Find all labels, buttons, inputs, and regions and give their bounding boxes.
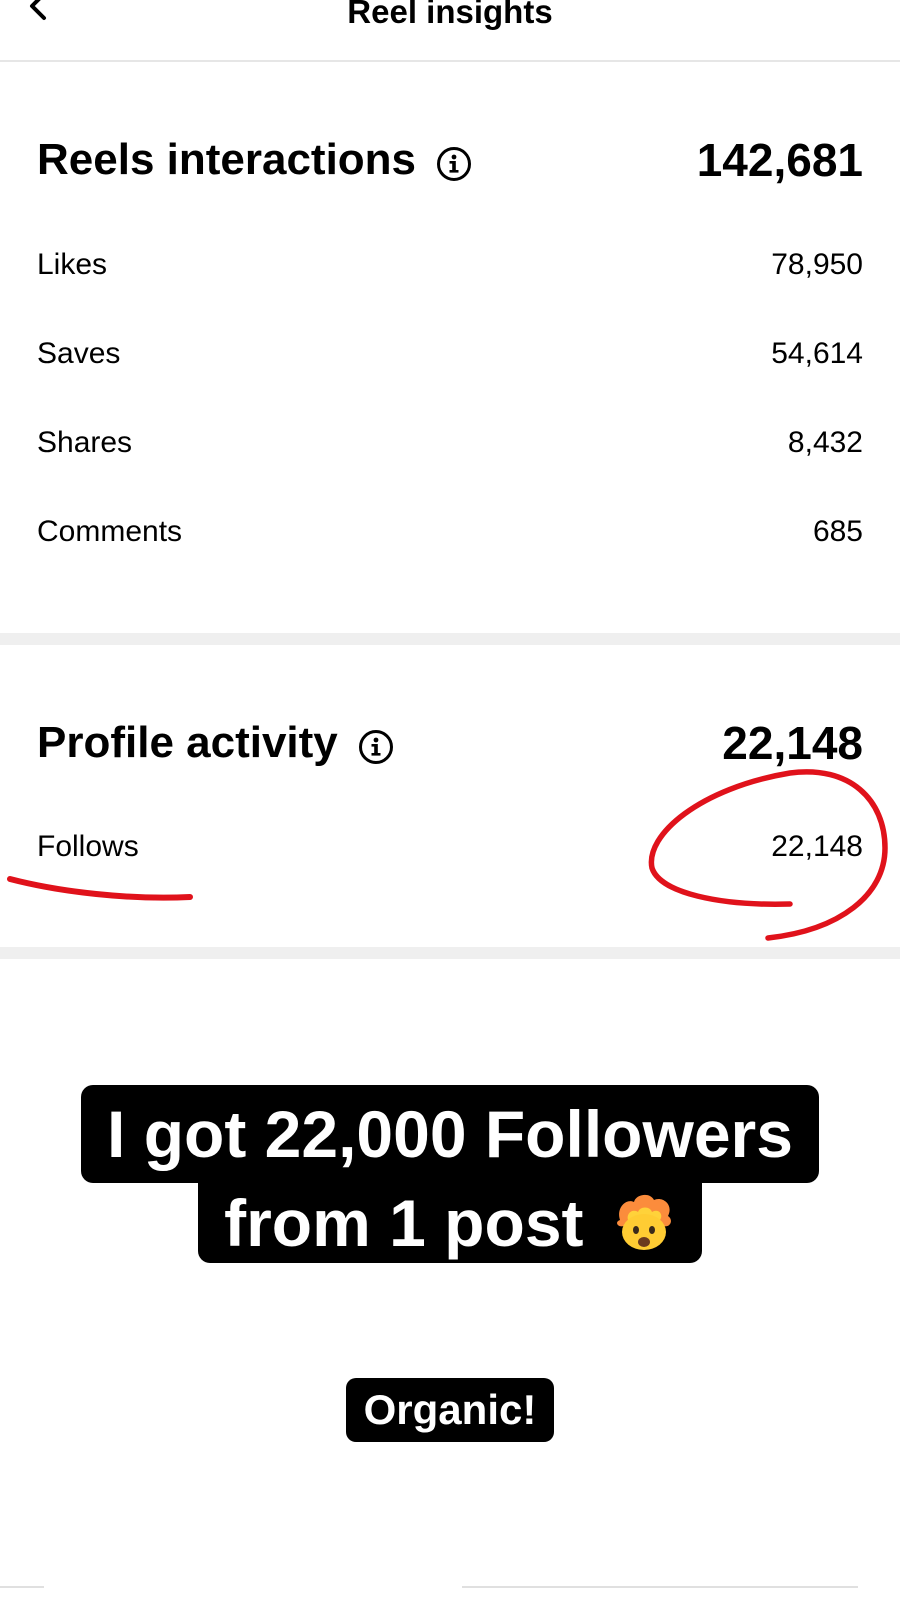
bottom-divider-right (462, 1586, 858, 1588)
caption-overlay: I got 22,000 Followers (0, 1085, 900, 1183)
metric-row-shares: Shares 8,432 (37, 423, 863, 463)
follows-underline-stroke (7, 876, 193, 901)
page-title: Reel insights (347, 0, 553, 30)
metric-value: 54,614 (771, 337, 863, 370)
caption-line-2: from 1 post (198, 1183, 702, 1263)
caption-line-2-text: from 1 post (224, 1186, 584, 1260)
red-annotation-layer (7, 769, 888, 941)
metric-label: Follows (37, 830, 139, 863)
metric-label: Comments (37, 515, 183, 548)
metric-row-comments: Comments 685 (37, 512, 863, 552)
section-divider (0, 633, 900, 645)
profile-activity-title: Profile activity (37, 717, 394, 769)
reels-interactions-title: Reels interactions (37, 134, 472, 186)
metric-label: Saves (37, 337, 121, 370)
caption-line-1: I got 22,000 Followers (81, 1085, 819, 1183)
info-icon[interactable] (358, 725, 394, 764)
bottom-divider-left (0, 1586, 44, 1588)
profile-activity-total: 22,148 (722, 717, 863, 769)
metric-value: 22,148 (771, 830, 863, 863)
metric-label: Likes (37, 248, 108, 281)
metric-label: Shares (37, 426, 133, 459)
metric-row-saves: Saves 54,614 (37, 334, 863, 374)
exploding-head-emoji-icon (612, 1190, 676, 1254)
metric-value: 78,950 (771, 248, 863, 281)
reels-interactions-total: 142,681 (696, 134, 863, 186)
caption-overlay-line2-wrap: from 1 post (0, 1183, 900, 1263)
section-divider (0, 947, 900, 959)
organic-tag-wrap: Organic! (0, 1378, 900, 1442)
profile-activity-title-text: Profile activity (37, 718, 338, 767)
organic-tag: Organic! (345, 1378, 555, 1442)
metric-row-follows: Follows 22,148 (37, 827, 863, 867)
metric-value: 8,432 (787, 426, 863, 459)
info-icon[interactable] (436, 142, 472, 181)
metric-value: 685 (812, 515, 863, 548)
top-navigation-bar: Reel insights (0, 0, 900, 62)
metric-row-likes: Likes 78,950 (37, 245, 863, 285)
reels-interactions-title-text: Reels interactions (37, 135, 417, 184)
